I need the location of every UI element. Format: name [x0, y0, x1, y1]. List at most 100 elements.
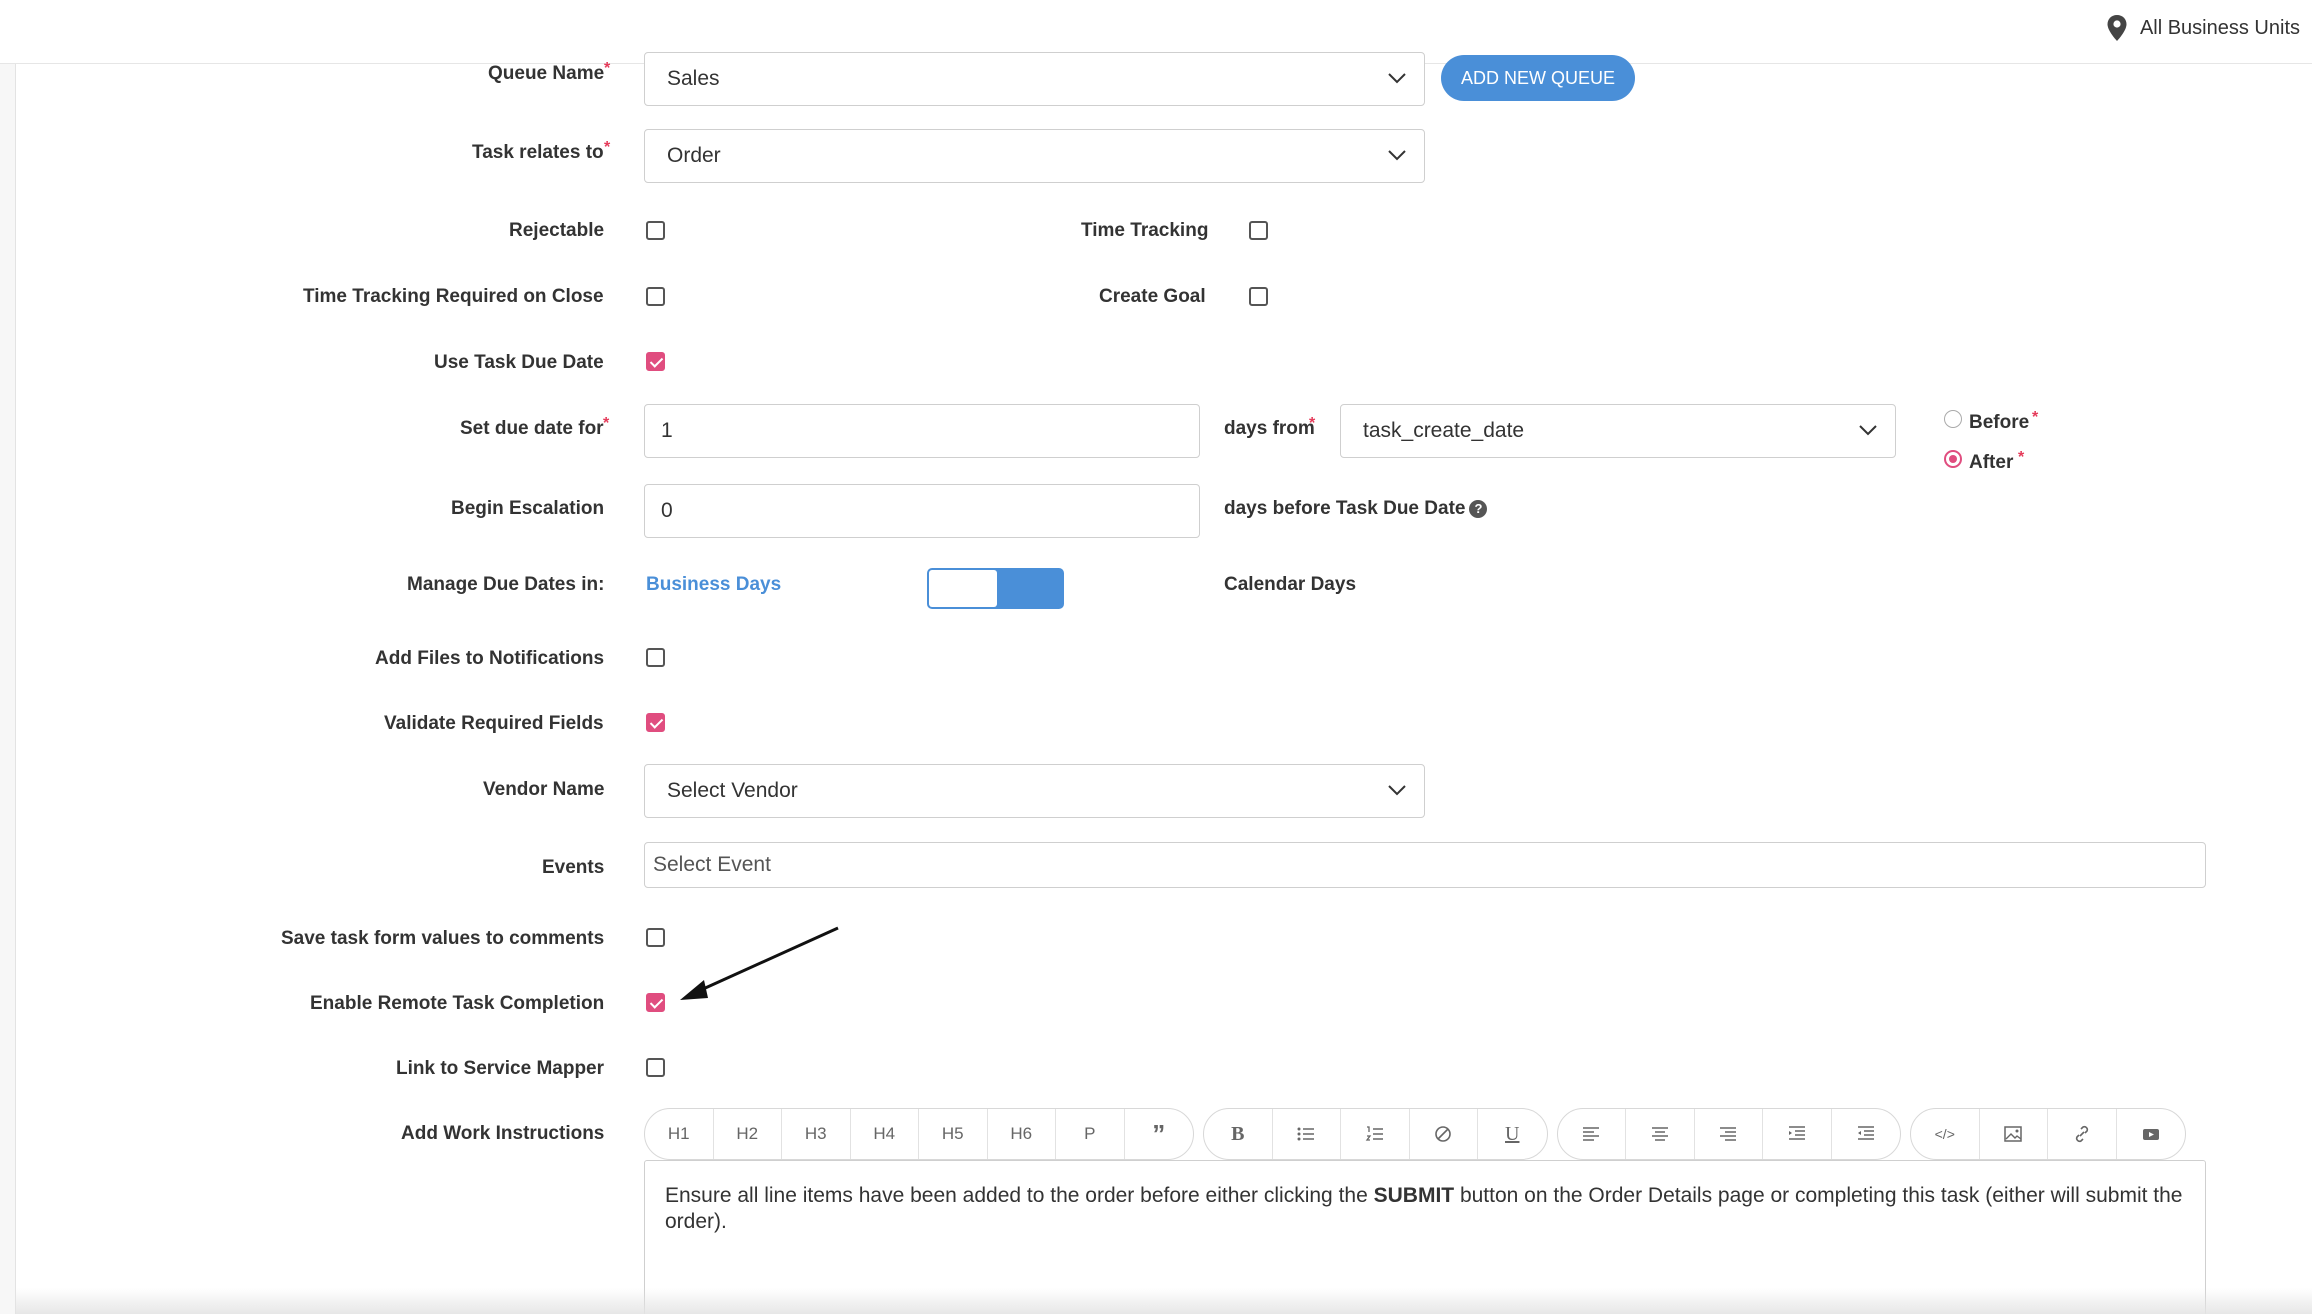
align-center-icon[interactable]	[1626, 1109, 1695, 1159]
clear-format-icon[interactable]	[1410, 1109, 1478, 1159]
time-tracking-checkbox[interactable]	[1249, 221, 1268, 240]
events-placeholder: Select Event	[653, 853, 771, 876]
image-icon[interactable]	[1980, 1109, 2048, 1159]
h5-button[interactable]: H5	[919, 1109, 988, 1159]
outdent-icon[interactable]	[1832, 1109, 1901, 1159]
left-rail	[0, 64, 16, 1314]
required-marker: *	[2018, 449, 2025, 466]
add-new-queue-button[interactable]: ADD NEW QUEUE	[1441, 55, 1635, 101]
due-dates-toggle[interactable]	[927, 568, 1064, 609]
escalation-suffix: days before Task Due Date?	[1224, 498, 1488, 520]
add-files-checkbox[interactable]	[646, 648, 665, 667]
chevron-down-icon	[1388, 785, 1406, 796]
begin-escalation-value: 0	[661, 499, 673, 522]
link-icon[interactable]	[2048, 1109, 2117, 1159]
h3-button[interactable]: H3	[782, 1109, 851, 1159]
queue-name-value: Sales	[667, 67, 720, 90]
enable-remote-checkbox[interactable]	[646, 993, 665, 1012]
use-task-due-date-label: Use Task Due Date	[434, 352, 604, 373]
required-marker: *	[603, 415, 610, 432]
due-date-days-value: 1	[661, 419, 673, 442]
align-right-icon[interactable]	[1695, 1109, 1763, 1159]
numbered-list-icon[interactable]	[1341, 1109, 1410, 1159]
bold-button[interactable]: B	[1204, 1109, 1273, 1159]
queue-name-select[interactable]: Sales	[644, 52, 1425, 106]
editor-toolbar: H1 H2 H3 H4 H5 H6 P ” B U </>	[644, 1108, 2195, 1160]
before-radio[interactable]	[1944, 410, 1962, 428]
toolbar-group-insert: </>	[1910, 1108, 2186, 1160]
help-icon[interactable]: ?	[1469, 499, 1488, 518]
begin-escalation-label: Begin Escalation	[451, 498, 605, 519]
task-relates-to-select[interactable]: Order	[644, 129, 1425, 183]
editor-text-before: Ensure all line items have been added to…	[665, 1184, 1374, 1207]
vendor-name-label: Vendor Name	[483, 779, 605, 800]
video-icon[interactable]	[2117, 1109, 2186, 1159]
toolbar-group-style: B U	[1203, 1108, 1548, 1160]
bullet-list-icon[interactable]	[1273, 1109, 1341, 1159]
toolbar-group-align	[1556, 1108, 1901, 1160]
queue-name-label: Queue Name	[488, 63, 605, 84]
h4-button[interactable]: H4	[851, 1109, 919, 1159]
add-files-label: Add Files to Notifications	[375, 648, 605, 669]
vendor-name-value: Select Vendor	[667, 779, 798, 802]
map-pin-icon	[2107, 15, 2127, 41]
required-marker: *	[1309, 415, 1316, 432]
before-label: Before	[1969, 412, 2030, 433]
editor-text-bold: SUBMIT	[1373, 1184, 1455, 1207]
days-from-select[interactable]: task_create_date	[1340, 404, 1896, 458]
chevron-down-icon	[1388, 150, 1406, 161]
time-tracking-label: Time Tracking	[1081, 220, 1209, 241]
work-instructions-label: Add Work Instructions	[401, 1123, 605, 1144]
blockquote-icon[interactable]: ”	[1125, 1109, 1194, 1159]
h6-button[interactable]: H6	[988, 1109, 1056, 1159]
chevron-down-icon	[1388, 73, 1406, 84]
set-due-date-label: Set due date for	[460, 418, 604, 439]
align-left-icon[interactable]	[1558, 1109, 1626, 1159]
toolbar-group-format: H1 H2 H3 H4 H5 H6 P ”	[644, 1108, 1194, 1160]
business-days-option[interactable]: Business Days	[646, 574, 781, 596]
business-units-label: All Business Units	[2139, 16, 2300, 39]
use-task-due-date-checkbox[interactable]	[646, 352, 665, 371]
task-relates-to-value: Order	[667, 144, 721, 167]
time-tracking-required-checkbox[interactable]	[646, 287, 665, 306]
enable-remote-label: Enable Remote Task Completion	[310, 993, 605, 1014]
save-task-form-label: Save task form values to comments	[281, 928, 605, 949]
vendor-name-select[interactable]: Select Vendor	[644, 764, 1425, 818]
validate-required-label: Validate Required Fields	[384, 713, 604, 734]
chevron-down-icon	[1859, 425, 1877, 436]
time-tracking-required-label: Time Tracking Required on Close	[303, 286, 604, 307]
days-from-label: days from	[1224, 418, 1315, 439]
after-label: After	[1969, 452, 2014, 473]
rejectable-checkbox[interactable]	[646, 221, 665, 240]
save-task-form-checkbox[interactable]	[646, 928, 665, 947]
required-marker: *	[604, 60, 611, 77]
annotation-arrow-icon	[680, 926, 839, 1000]
validate-required-checkbox[interactable]	[646, 713, 665, 732]
create-goal-checkbox[interactable]	[1249, 287, 1268, 306]
create-goal-label: Create Goal	[1099, 286, 1206, 307]
due-date-days-input[interactable]: 1	[644, 404, 1200, 458]
h1-button[interactable]: H1	[645, 1109, 714, 1159]
task-relates-to-label: Task relates to	[472, 142, 604, 163]
toggle-knob	[929, 570, 997, 607]
events-input[interactable]: Select Event	[644, 842, 2206, 888]
indent-icon[interactable]	[1763, 1109, 1832, 1159]
required-marker: *	[604, 139, 611, 156]
link-service-mapper-label: Link to Service Mapper	[396, 1058, 605, 1079]
code-icon[interactable]: </>	[1911, 1109, 1980, 1159]
underline-button[interactable]: U	[1478, 1109, 1547, 1159]
manage-due-dates-label: Manage Due Dates in:	[407, 574, 605, 595]
calendar-days-option[interactable]: Calendar Days	[1224, 574, 1356, 596]
after-radio[interactable]	[1944, 450, 1962, 468]
rejectable-label: Rejectable	[509, 220, 605, 241]
bottom-fade	[16, 1288, 2312, 1314]
link-service-mapper-checkbox[interactable]	[646, 1058, 665, 1077]
events-label: Events	[542, 857, 605, 878]
days-from-value: task_create_date	[1363, 419, 1525, 442]
required-marker: *	[2032, 409, 2039, 426]
h2-button[interactable]: H2	[714, 1109, 782, 1159]
paragraph-button[interactable]: P	[1056, 1109, 1125, 1159]
business-units-selector[interactable]: All Business Units	[2106, 14, 2300, 42]
begin-escalation-input[interactable]: 0	[644, 484, 1200, 538]
escalation-suffix-text: days before Task Due Date	[1224, 498, 1466, 519]
